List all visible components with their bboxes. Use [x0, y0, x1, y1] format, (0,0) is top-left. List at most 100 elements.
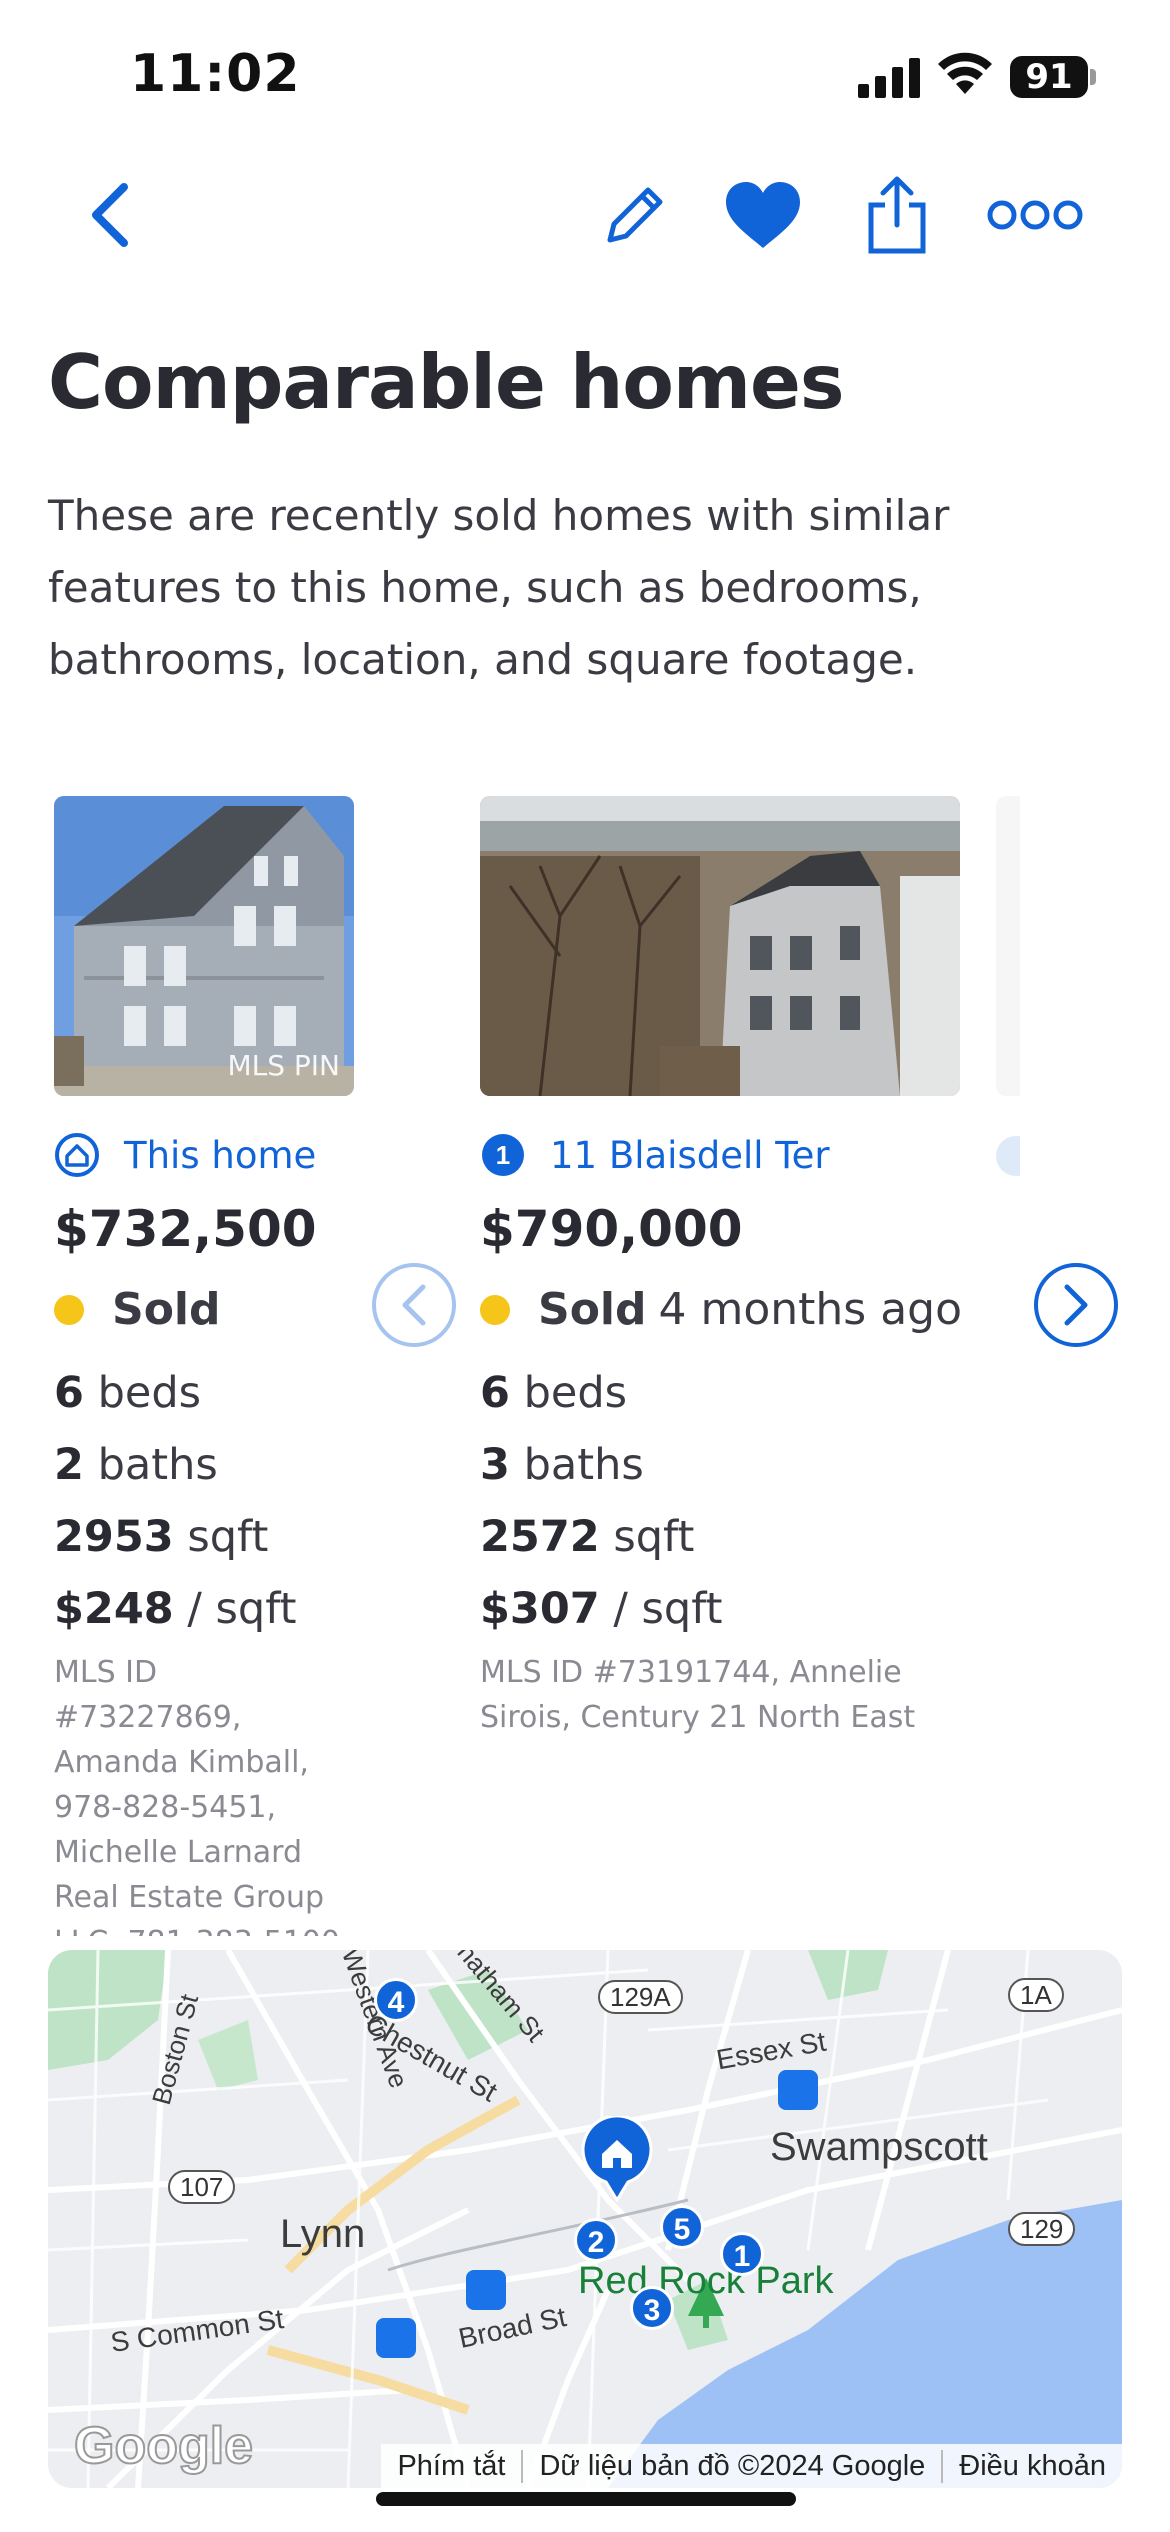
favorite-button[interactable] — [718, 170, 808, 260]
price-per-sqft-stat: $248 / sqft — [54, 1584, 296, 1634]
more-icon — [987, 200, 1083, 230]
wifi-icon — [938, 52, 992, 94]
status-label: Sold — [112, 1284, 221, 1335]
price-per-sqft-unit: / sqft — [187, 1584, 297, 1634]
share-button[interactable] — [852, 170, 942, 260]
status-time: 11:02 — [130, 44, 301, 104]
baths-value: 2 — [54, 1440, 84, 1490]
top-toolbar — [0, 150, 1170, 280]
battery-level: 91 — [1010, 56, 1088, 98]
baths-stat: 3 baths — [480, 1440, 644, 1490]
photo-caption: MLS PIN — [227, 1049, 340, 1082]
home-badge-icon — [54, 1132, 100, 1178]
map-pin[interactable]: 1 — [720, 2232, 764, 2276]
this-home-link[interactable]: This home — [54, 1132, 316, 1178]
badge-number: 1 — [496, 1140, 510, 1170]
map-pin-badge — [996, 1136, 1020, 1176]
map-pin[interactable]: 4 — [374, 1978, 418, 2022]
map-shortcuts-link[interactable]: Phím tắt — [381, 2450, 521, 2483]
share-icon — [868, 176, 926, 254]
baths-value: 3 — [480, 1440, 510, 1490]
card-status: Sold — [54, 1284, 233, 1335]
transit-station-icon[interactable] — [466, 2270, 506, 2310]
intro-text: These are recently sold homes with simil… — [48, 491, 950, 684]
map-terms-link[interactable]: Điều khoản — [941, 2449, 1122, 2483]
transit-station-icon[interactable] — [778, 2070, 818, 2110]
status-label: Sold — [538, 1284, 647, 1335]
sqft-unit: sqft — [187, 1512, 269, 1562]
map-data-attribution: Dữ liệu bản đồ ©2024 Google — [521, 2449, 941, 2483]
card-status: Sold 4 months ago — [480, 1284, 962, 1335]
sqft-value: 2572 — [480, 1512, 600, 1562]
battery-icon: 91 — [1010, 56, 1096, 98]
beds-value: 6 — [54, 1368, 84, 1418]
map-label-lynn: Lynn — [280, 2212, 366, 2256]
page-title: Comparable homes — [48, 338, 845, 426]
more-button[interactable] — [970, 170, 1100, 260]
home-photo[interactable]: MLS PIN — [54, 796, 354, 1096]
next-section-title: Comparable rentals — [48, 2508, 824, 2532]
chevron-left-icon — [402, 1284, 426, 1326]
carousel-next-button[interactable] — [1034, 1263, 1118, 1347]
comparable-address-link[interactable]: 1 11 Blaisdell Ter — [480, 1132, 830, 1178]
status-detail: 4 months ago — [658, 1284, 963, 1335]
route-shield: 107 — [168, 2170, 236, 2204]
chevron-left-icon — [92, 183, 128, 247]
beds-stat: 6 beds — [54, 1368, 201, 1418]
baths-unit: baths — [97, 1440, 218, 1490]
price-per-sqft-value: $307 — [480, 1584, 600, 1634]
battery-cap — [1090, 69, 1096, 85]
google-logo: Google — [73, 2416, 254, 2476]
sqft-stat: 2953 sqft — [54, 1512, 268, 1562]
card-price: $732,500 — [54, 1200, 317, 1258]
card-link-label: 11 Blaisdell Ter — [550, 1133, 830, 1177]
map-pin[interactable]: 2 — [574, 2218, 618, 2262]
map-label-swampscott: Swampscott — [770, 2125, 988, 2169]
card-price: $790,000 — [480, 1200, 743, 1258]
home-photo — [996, 796, 1020, 1096]
map-attribution: Phím tắt Dữ liệu bản đồ ©2024 Google Điề… — [381, 2444, 1122, 2488]
baths-unit: baths — [523, 1440, 644, 1490]
map-background — [48, 1950, 1122, 2488]
mls-info: MLS ID #73227869, Amanda Kimball, 978-82… — [54, 1655, 340, 1936]
baths-stat: 2 baths — [54, 1440, 218, 1490]
route-shield: 129A — [598, 1980, 683, 2014]
edit-button[interactable] — [590, 170, 680, 260]
transit-station-icon[interactable] — [376, 2318, 416, 2358]
house-photo-image — [480, 796, 960, 1096]
comparable-card[interactable]: 1 11 Blaisdell Ter $790,000 Sold 4 month… — [480, 796, 980, 1936]
comparable-card-peek[interactable] — [996, 796, 1020, 1936]
map-pin[interactable]: 3 — [630, 2286, 674, 2330]
pencil-icon — [607, 187, 663, 243]
home-indicator[interactable] — [376, 2492, 796, 2506]
comparable-card[interactable]: MLS PIN This home $732,500 Sold 6 beds 2… — [54, 796, 374, 1936]
status-bar: 11:02 91 — [0, 0, 1170, 150]
carousel-prev-button[interactable] — [372, 1263, 456, 1347]
route-shield: 129 — [1008, 2212, 1076, 2246]
subject-home-marker-icon[interactable] — [580, 2114, 654, 2203]
map-pin-badge: 1 — [480, 1132, 526, 1178]
price-per-sqft-unit: / sqft — [613, 1584, 723, 1634]
comparables-map[interactable]: Swampscott Lynn Red Rock Park Essex St C… — [48, 1950, 1122, 2488]
card-link-label: This home — [124, 1133, 317, 1177]
sold-status-dot — [54, 1294, 84, 1325]
sqft-stat: 2572 sqft — [480, 1512, 694, 1562]
route-shield: 1A — [1008, 1978, 1064, 2012]
home-photo[interactable] — [480, 796, 960, 1096]
price-per-sqft-value: $248 — [54, 1584, 174, 1634]
beds-unit: beds — [97, 1368, 202, 1418]
heart-icon — [726, 182, 800, 248]
beds-stat: 6 beds — [480, 1368, 627, 1418]
sqft-value: 2953 — [54, 1512, 174, 1562]
back-button[interactable] — [70, 170, 150, 260]
mls-info: MLS ID #73191744, Annelie Sirois, Centur… — [480, 1655, 916, 1735]
sold-status-dot — [480, 1294, 510, 1325]
sqft-unit: sqft — [613, 1512, 695, 1562]
chevron-right-icon — [1064, 1284, 1088, 1326]
price-per-sqft-stat: $307 / sqft — [480, 1584, 722, 1634]
map-pin[interactable]: 5 — [660, 2205, 704, 2249]
map-label-park: Red Rock Park — [578, 2260, 834, 2302]
beds-value: 6 — [480, 1368, 510, 1418]
comparable-homes-carousel[interactable]: MLS PIN This home $732,500 Sold 6 beds 2… — [0, 796, 1170, 1936]
cellular-signal-icon — [858, 58, 920, 98]
